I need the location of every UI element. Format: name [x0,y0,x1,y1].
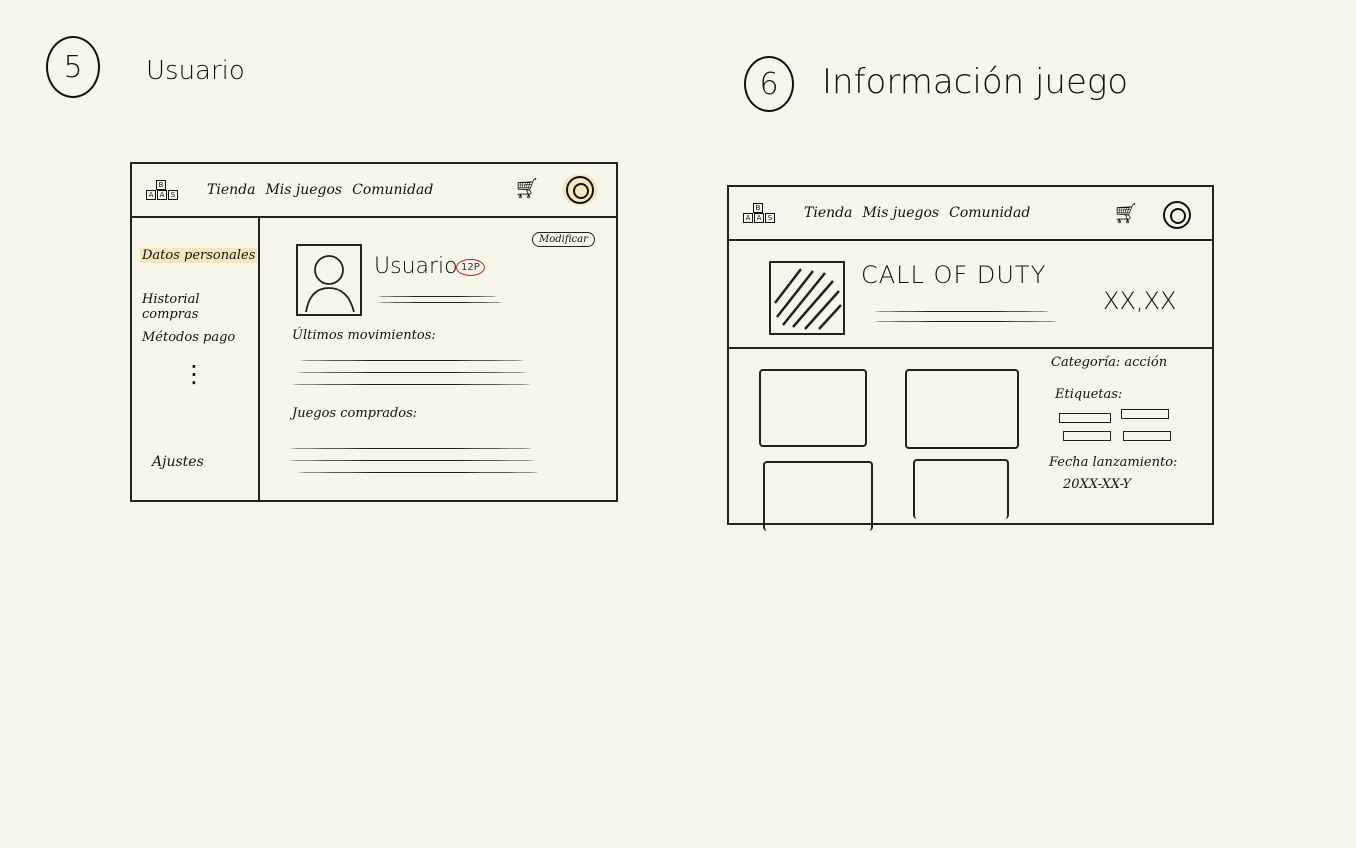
game-price: XX,XX [1103,287,1177,315]
section-number-text: 5 [63,49,83,85]
screenshot-placeholder[interactable] [905,369,1019,449]
logo-icon: B AAS [146,180,179,200]
logo-icon: B AAS [743,203,776,223]
profile-name: Usuario [374,254,458,279]
user-sidebar: Datos personales Historial compras Métod… [132,216,260,500]
section-number-6: 6 [744,56,794,112]
section-title-game: Información juego [822,62,1129,102]
user-nav: Tienda Mis juegos Comunidad [207,182,433,198]
games-line [298,472,538,473]
game-category: Categoría: acción [1051,355,1168,370]
nav-item-mis-juegos[interactable]: Mis juegos [862,205,939,221]
game-topbar: B AAS Tienda Mis juegos Comunidad 🛒︎ [729,187,1212,241]
nav-item-comunidad[interactable]: Comunidad [949,205,1030,221]
game-header: CALL OF DUTY XX,XX [729,239,1212,349]
avatar-icon[interactable] [1163,201,1191,229]
activity-line [292,384,530,385]
level-badge: 12P [456,259,485,276]
nav-item-tienda[interactable]: Tienda [207,182,255,198]
recent-activity-label: Últimos movimientos: [292,328,436,343]
nav-item-comunidad[interactable]: Comunidad [352,182,433,198]
section-title-user: Usuario [146,56,245,86]
nav-item-mis-juegos[interactable]: Mis juegos [265,182,342,198]
game-wireframe: B AAS Tienda Mis juegos Comunidad 🛒︎ CAL… [727,185,1214,531]
tag-placeholder[interactable] [1063,431,1111,441]
game-desc-line [875,321,1057,322]
cart-icon[interactable]: 🛒︎ [1113,201,1138,225]
edit-button[interactable]: Modificar [532,232,595,247]
cart-icon[interactable]: 🛒︎ [514,176,539,200]
profile-line [378,296,496,297]
sidebar-item-ajustes[interactable]: Ajustes [152,454,204,470]
screenshot-placeholder[interactable] [759,369,867,447]
nav-item-tienda[interactable]: Tienda [804,205,852,221]
game-title: CALL OF DUTY [861,261,1047,289]
release-date-value: 20XX-XX-Y [1063,477,1132,492]
section-number-text: 6 [759,66,779,102]
game-cover-icon [769,261,845,335]
activity-line [300,360,524,361]
tag-placeholder[interactable] [1059,413,1111,423]
user-wireframe: B AAS Tienda Mis juegos Comunidad 🛒︎ Dat… [130,162,618,502]
tag-placeholder[interactable] [1121,409,1169,419]
section-number-5: 5 [46,36,100,98]
sidebar-item-metodos-pago[interactable]: Métodos pago [142,330,235,345]
sidebar-item-datos-personales[interactable]: Datos personales [140,248,258,263]
games-line [290,460,534,461]
profile-picture-icon [296,244,362,316]
games-line [290,448,532,449]
game-desc-line [875,311,1049,312]
cover-hatching [774,268,842,330]
sidebar-item-historial-compras[interactable]: Historial compras [142,292,258,322]
release-date-label: Fecha lanzamiento: [1049,455,1178,470]
tag-placeholder[interactable] [1123,431,1171,441]
screenshot-placeholder[interactable] [913,459,1009,519]
screenshot-placeholder[interactable] [763,461,873,531]
user-main: Modificar Usuario 12P Últimos movimiento… [260,216,616,500]
game-nav: Tienda Mis juegos Comunidad [804,205,1030,221]
avatar-icon[interactable] [566,176,594,204]
game-tags-label: Etiquetas: [1055,387,1123,402]
profile-silhouette-icon [305,255,355,313]
activity-line [298,372,526,373]
profile-line [378,302,502,303]
sidebar-ellipsis: ⋮ [182,360,206,388]
user-topbar: B AAS Tienda Mis juegos Comunidad 🛒︎ [132,164,616,218]
games-purchased-label: Juegos comprados: [292,406,418,421]
